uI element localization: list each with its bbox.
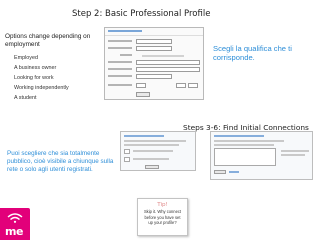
form-row-years [108, 83, 202, 88]
form-header-link [108, 30, 142, 32]
years-extra-select[interactable] [188, 83, 198, 88]
country-select[interactable] [136, 39, 172, 44]
option-business-owner: A business owner [14, 65, 57, 71]
qualification-note: Scegli la qualifica che ti corrisponde. [213, 44, 292, 62]
conn1-continue-button[interactable] [145, 165, 159, 169]
form-row-zip [108, 46, 202, 51]
tip-card: Tip! Skip it. Why connect before you hav… [137, 198, 188, 236]
form-row-hint [108, 53, 202, 58]
industry-select[interactable] [136, 74, 172, 79]
option-employed: Employed [14, 55, 38, 61]
tip-title: Tip! [157, 202, 168, 208]
form-header [105, 28, 203, 36]
form-continue-button[interactable] [136, 92, 150, 97]
company-input[interactable] [136, 67, 200, 72]
form-row-employment [108, 60, 202, 65]
conn2-skip-link[interactable] [229, 171, 239, 173]
conn1-checkbox[interactable] [124, 149, 130, 154]
step2-title: Step 2: Basic Professional Profile [72, 9, 211, 19]
logo-text: me [5, 225, 23, 238]
zip-input[interactable] [136, 46, 172, 51]
employment-options-list: Employed A business owner Looking for wo… [14, 53, 69, 103]
employment-select[interactable] [136, 60, 200, 65]
conn2-header-line [214, 135, 264, 137]
profile-form-screenshot [104, 27, 204, 100]
option-looking-for-work: Looking for work [14, 75, 54, 81]
conn1-header-line [124, 135, 164, 137]
conn2-invite-textarea[interactable] [214, 148, 276, 166]
connections-screenshot-2 [210, 131, 313, 180]
tip-body: Skip it. Why connect before you have set… [143, 209, 182, 226]
years-to-select[interactable] [176, 83, 186, 88]
options-heading: Options change depending on employment [5, 33, 91, 48]
form-row-country [108, 39, 202, 44]
connections-screenshot-1 [120, 131, 196, 171]
years-from-select[interactable] [136, 83, 146, 88]
conn1-checkbox-2[interactable] [124, 157, 130, 162]
option-student: A student [14, 95, 37, 101]
option-working-independently: Working independently [14, 85, 69, 91]
wifi-icon [7, 213, 23, 223]
form-row-industry [108, 74, 202, 79]
visibility-note: Puoi scegliere che sia totalmente pubbli… [7, 150, 114, 173]
form-row-company [108, 67, 202, 72]
conn2-send-button[interactable] [214, 170, 226, 174]
brand-logo: me [0, 208, 30, 240]
